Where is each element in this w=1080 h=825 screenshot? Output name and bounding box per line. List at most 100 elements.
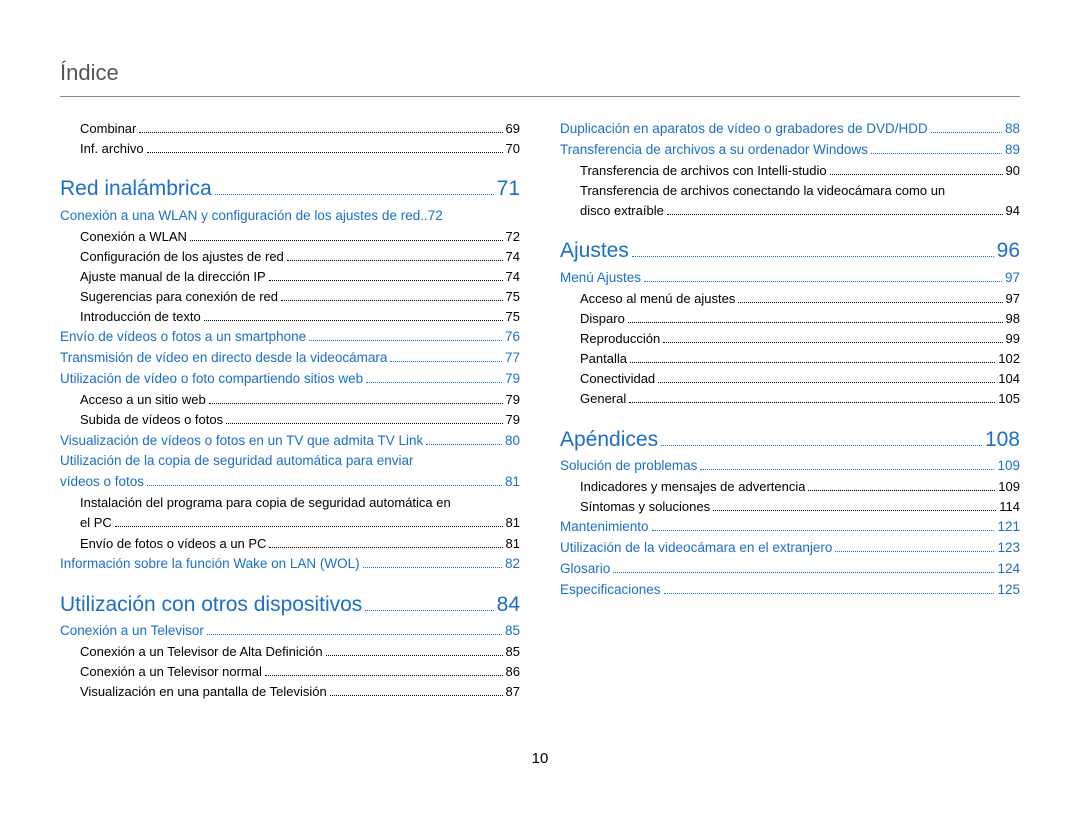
toc-label: Transmisión de vídeo en directo desde la… [60,348,387,369]
toc-leader-dots [713,500,996,512]
toc-entry[interactable]: Solución de problemas109 [560,456,1020,477]
toc-entry[interactable]: Información sobre la función Wake on LAN… [60,554,520,575]
toc-leader-dots [629,392,995,404]
toc-entry[interactable]: Transmisión de vídeo en directo desde la… [60,348,520,369]
toc-label: Conexión a WLAN [80,227,187,247]
toc-leader-dots [667,203,1003,215]
toc-page: 72 [428,206,443,227]
toc-page: 121 [997,517,1020,538]
toc-leader-dots [309,329,502,341]
toc-page: 70 [506,139,520,159]
toc-page: 85 [505,621,520,642]
toc-leader-dots [366,371,502,383]
toc-entry: Combinar69 [60,119,520,139]
toc-entry: Acceso a un sitio web79 [60,390,520,410]
toc-entry: Envío de fotos o vídeos a un PC81 [60,534,520,554]
toc-label: Visualización en una pantalla de Televis… [80,682,327,702]
toc-label: Red inalámbrica [60,173,212,206]
toc-label: Síntomas y soluciones [580,497,710,517]
toc-entry[interactable]: Utilización con otros dispositivos84 [60,589,520,622]
toc-page: 90 [1006,161,1020,181]
toc-leader-dots [664,582,995,594]
toc-column-left: Combinar69Inf. archivo 70 Red inalámbrica 7… [60,119,520,703]
toc-label: Utilización de vídeo o foto compartiendo… [60,369,363,390]
toc-label: Conexión a un Televisor normal [80,662,262,682]
toc-label: Transferencia de archivos a su ordenador… [560,140,868,161]
toc-entry[interactable]: Conexión a un Televisor85 [60,621,520,642]
toc-entry: el PC81 [60,513,520,533]
toc-entry[interactable]: Glosario124 [560,559,1020,580]
toc-entry: Reproducción99 [560,329,1020,349]
toc-leader-dots [658,372,995,384]
toc-label: Envío de fotos o vídeos a un PC [80,534,266,554]
toc-entry[interactable]: Utilización de vídeo o foto compartiendo… [60,369,520,390]
toc-leader-dots [215,176,494,195]
toc-entry[interactable]: Ajustes96 [560,235,1020,268]
toc-label: Reproducción [580,329,660,349]
toc-label: Solución de problemas [560,456,697,477]
toc-leader-dots [190,229,503,241]
toc-entry[interactable]: Utilización de la copia de seguridad aut… [60,451,520,472]
toc-page: 87 [506,682,520,702]
toc-entry: Instalación del programa para copia de s… [60,493,520,513]
toc-page: 88 [1005,119,1020,140]
toc-entry[interactable]: Apéndices108 [560,424,1020,457]
toc-page: 71 [497,173,520,206]
toc-label: Conectividad [580,369,655,389]
toc-page: 114 [999,497,1020,517]
toc-page: 79 [505,369,520,390]
toc-leader-dots [147,141,503,153]
toc-label: Utilización de la copia de seguridad aut… [60,451,413,472]
toc-leader-dots [363,556,502,568]
toc-page: 79 [506,390,520,410]
toc-page: 79 [506,410,520,430]
toc-entry[interactable]: Duplicación en aparatos de vídeo o graba… [560,119,1020,140]
toc-entry[interactable]: Red inalámbrica 71 [60,173,520,206]
toc-leader-dots [115,516,503,528]
toc-leader-dots [365,592,493,611]
toc-label: Inf. archivo [80,139,144,159]
toc-label: Información sobre la función Wake on LAN… [60,554,360,575]
toc-entry: Indicadores y mensajes de advertencia109 [560,477,1020,497]
toc-leader-dots [330,685,503,697]
toc-label: Glosario [560,559,610,580]
toc-entry: Ajuste manual de la dirección IP74 [60,267,520,287]
toc-leader-dots [871,142,1002,154]
toc-entry[interactable]: Visualización de vídeos o fotos en un TV… [60,431,520,452]
toc-page: 96 [997,235,1020,268]
toc-page: 82 [505,554,520,575]
toc-label: Envío de vídeos o fotos a un smartphone [60,327,306,348]
toc-entry[interactable]: Menú Ajustes97 [560,268,1020,289]
toc-leader-dots [326,644,503,656]
toc-label: Disparo [580,309,625,329]
toc-leader-dots [226,413,502,425]
toc-page: 85 [506,642,520,662]
toc-leader-dots [663,331,1002,343]
toc-page: 104 [998,369,1020,389]
toc-leader-dots [630,351,995,363]
toc-page: 89 [1005,140,1020,161]
toc-entry: Disparo98 [560,309,1020,329]
toc-entry: Conectividad 104 [560,369,1020,389]
toc-page: 80 [505,431,520,452]
toc-leader-dots [269,536,502,548]
toc-label: Menú Ajustes [560,268,641,289]
toc-entry[interactable]: Conexión a una WLAN y configuración de l… [60,206,520,227]
toc-label: Apéndices [560,424,658,457]
toc-entry[interactable]: Transferencia de archivos a su ordenador… [560,140,1020,161]
toc-leader-dots [139,121,502,133]
page-title: Índice [60,60,1020,97]
toc-entry[interactable]: Especificaciones125 [560,580,1020,601]
toc-leader-dots [931,121,1002,133]
toc-entry: Inf. archivo 70 [60,139,520,159]
toc-label: Combinar [80,119,136,139]
toc-entry[interactable]: Envío de vídeos o fotos a un smartphone7… [60,327,520,348]
toc-entry[interactable]: Mantenimiento121 [560,517,1020,538]
toc-entry[interactable]: vídeos o fotos81 [60,472,520,493]
toc-leader-dots [265,665,503,677]
toc-entry[interactable]: Utilización de la videocámara en el extr… [560,538,1020,559]
toc-entry: Conexión a WLAN72 [60,227,520,247]
toc-entry: Visualización en una pantalla de Televis… [60,682,520,702]
toc-label: Sugerencias para conexión de red [80,287,278,307]
toc-label: Conexión a una WLAN y configuración de l… [60,206,420,227]
